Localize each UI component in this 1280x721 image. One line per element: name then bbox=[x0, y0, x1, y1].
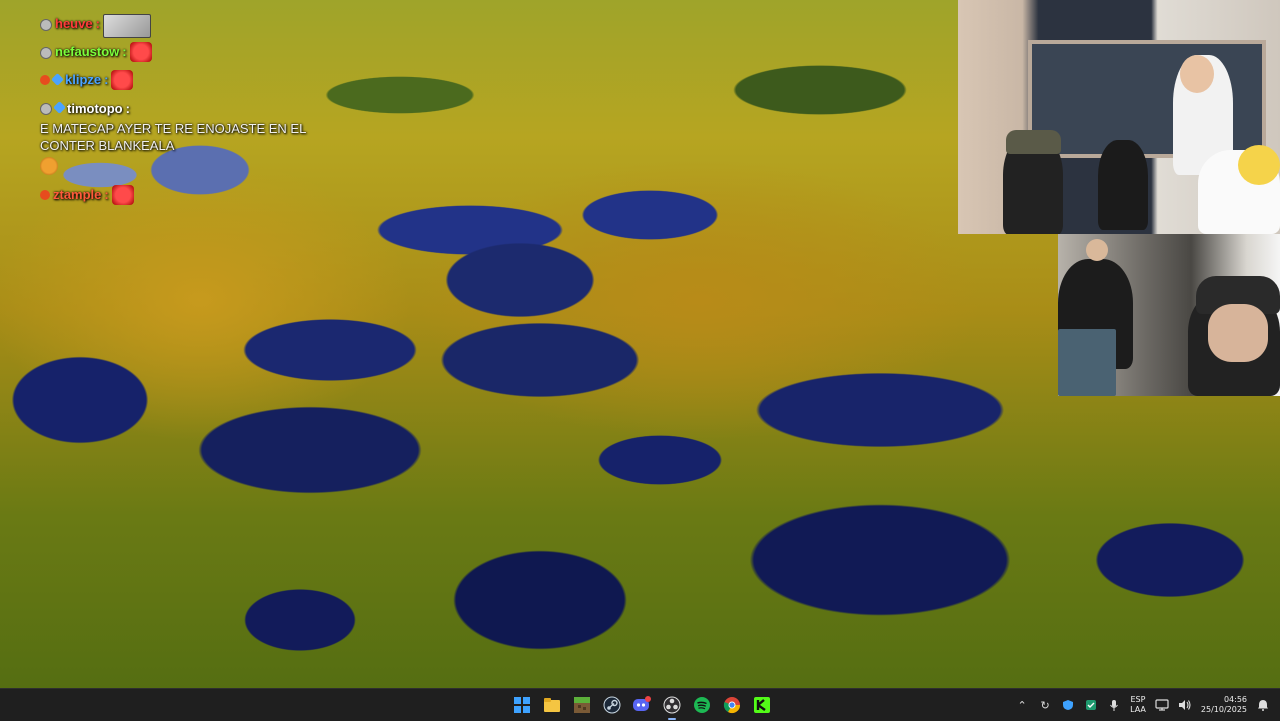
chat-badge-icon bbox=[40, 75, 50, 85]
chat-username: klipze bbox=[65, 72, 102, 87]
spotify-icon bbox=[694, 697, 710, 713]
webcam-streamer-feed bbox=[1058, 234, 1280, 396]
discord-icon bbox=[633, 696, 651, 711]
windows-icon bbox=[514, 697, 530, 713]
system-tray: ⌃ ↻ ESP LAA 04:56 25/10/2025 bbox=[1015, 689, 1280, 721]
start-button[interactable] bbox=[510, 693, 534, 717]
chat-badge-icon bbox=[40, 190, 50, 200]
chat-badge-icon bbox=[51, 73, 64, 86]
chat-message: ztample: bbox=[40, 181, 340, 209]
person-head bbox=[1180, 55, 1214, 93]
person-face bbox=[1208, 304, 1268, 362]
notification-bell-icon[interactable] bbox=[1256, 698, 1270, 712]
clock[interactable]: 04:56 25/10/2025 bbox=[1201, 695, 1247, 715]
chat-message-text: E MATECAP AYER TE RE ENOJASTE EN EL CONT… bbox=[40, 121, 306, 153]
clock-date: 25/10/2025 bbox=[1200, 705, 1247, 714]
chat-message: heuve: bbox=[40, 10, 340, 38]
folder-icon bbox=[544, 698, 560, 712]
chat-username: ztample bbox=[53, 187, 102, 202]
language-code: ESP bbox=[1130, 695, 1146, 704]
security-icon[interactable] bbox=[1084, 698, 1098, 712]
taskbar-apps bbox=[510, 689, 774, 721]
chat-username: timotopo bbox=[67, 101, 123, 116]
chat-message: nefaustow: bbox=[40, 38, 340, 66]
chat-badge-icon bbox=[40, 103, 52, 115]
clock-time: 04:56 bbox=[1223, 695, 1247, 704]
steam-icon bbox=[603, 696, 621, 714]
sync-icon[interactable]: ↻ bbox=[1038, 698, 1052, 712]
minecraft-button[interactable] bbox=[570, 693, 594, 717]
chat-username: heuve bbox=[55, 16, 93, 31]
microphone-icon[interactable] bbox=[1107, 698, 1121, 712]
chevron-up-icon[interactable]: ⌃ bbox=[1015, 698, 1029, 712]
chat-username: nefaustow bbox=[55, 44, 120, 59]
chat-emote-icon bbox=[40, 157, 58, 175]
chat-badge-icon bbox=[40, 19, 52, 31]
person-head bbox=[1238, 145, 1280, 185]
monitor bbox=[1058, 329, 1116, 396]
chat-emote-icon bbox=[102, 14, 151, 38]
defender-icon[interactable] bbox=[1061, 698, 1075, 712]
network-icon[interactable] bbox=[1155, 698, 1169, 712]
person bbox=[1098, 140, 1148, 230]
obs-icon bbox=[663, 696, 681, 714]
chrome-button[interactable] bbox=[720, 693, 744, 717]
chrome-icon bbox=[723, 697, 741, 714]
steam-button[interactable] bbox=[600, 693, 624, 717]
chat-emote-icon bbox=[111, 185, 134, 205]
cap bbox=[1006, 130, 1061, 154]
webcam-room-feed bbox=[958, 0, 1280, 234]
discord-button[interactable] bbox=[630, 693, 654, 717]
keyboard-layout: LAA bbox=[1130, 705, 1146, 714]
minecraft-icon bbox=[574, 697, 590, 713]
taskbar: ⌃ ↻ ESP LAA 04:56 25/10/2025 bbox=[0, 688, 1280, 721]
spotify-button[interactable] bbox=[690, 693, 714, 717]
chat-message: klipze: bbox=[40, 66, 340, 94]
kick-button[interactable] bbox=[750, 693, 774, 717]
chat-emote-icon bbox=[129, 42, 152, 62]
obs-button[interactable] bbox=[660, 693, 684, 720]
chat-badge-icon bbox=[40, 47, 52, 59]
person-head bbox=[1086, 239, 1108, 261]
chat-badge-icon bbox=[53, 101, 66, 114]
language-indicator[interactable]: ESP LAA bbox=[1130, 695, 1146, 715]
volume-icon[interactable] bbox=[1178, 698, 1192, 712]
stream-chat-overlay: heuve: nefaustow: klipze: timotopo: E MA… bbox=[40, 10, 340, 209]
chat-emote-icon bbox=[111, 70, 134, 90]
kick-icon bbox=[754, 697, 770, 713]
file-explorer-button[interactable] bbox=[540, 693, 564, 717]
chat-message: timotopo: E MATECAP AYER TE RE ENOJASTE … bbox=[40, 100, 340, 175]
